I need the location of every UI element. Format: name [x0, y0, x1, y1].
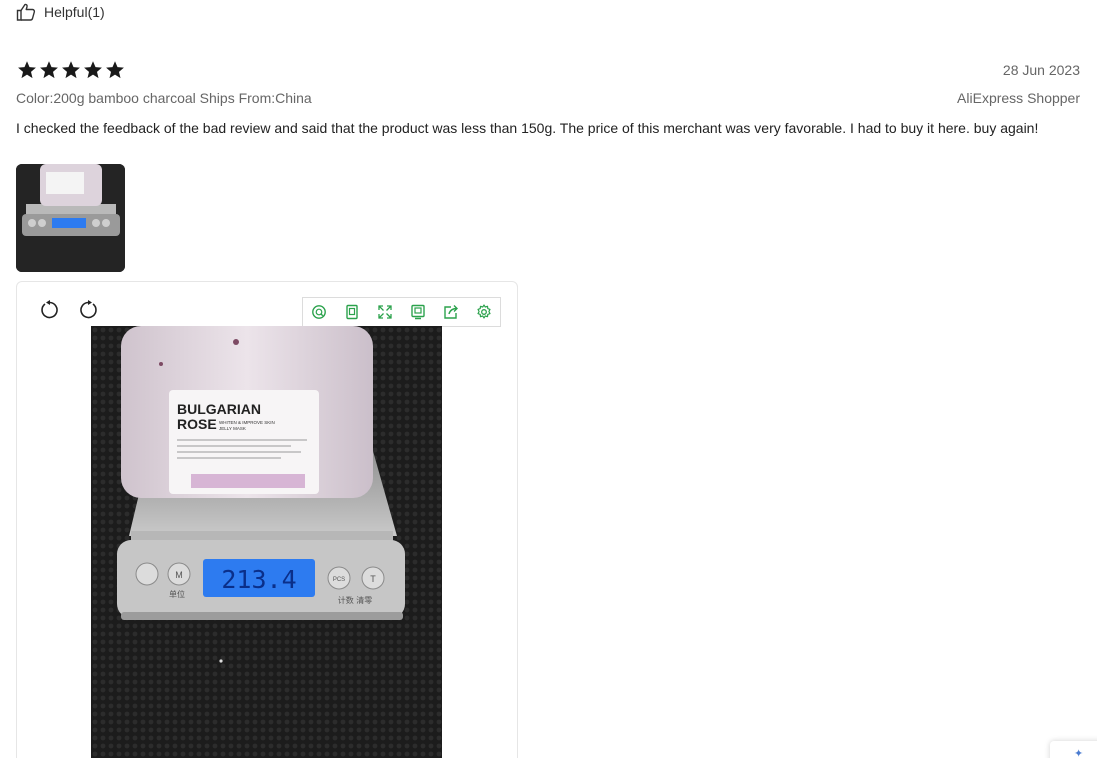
fit-icon[interactable]	[336, 298, 369, 326]
scale-button-t: T	[370, 574, 376, 584]
thumbs-up-icon	[16, 3, 36, 21]
star-icon	[83, 60, 103, 80]
jar-label-line1: BULGARIAN	[177, 401, 261, 417]
star-rating	[17, 60, 125, 80]
image-viewer: BULGARIAN ROSE WHITEN & IMPROVE SKIN JEL…	[16, 281, 518, 758]
helpful-label: Helpful(1)	[44, 4, 105, 20]
review-date: 28 Jun 2023	[1002, 62, 1080, 78]
review-product-meta: Color:200g bamboo charcoal Ships From:Ch…	[16, 90, 312, 106]
scale-left-label: 单位	[169, 589, 185, 599]
review-photo-large: BULGARIAN ROSE WHITEN & IMPROVE SKIN JEL…	[91, 326, 442, 758]
viewer-toolbar	[302, 297, 501, 327]
scale-button-m: M	[175, 570, 183, 580]
floating-widget[interactable]: ✦	[1050, 741, 1097, 758]
star-icon	[61, 60, 81, 80]
star-icon	[17, 60, 37, 80]
rotate-right-icon[interactable]	[77, 299, 99, 321]
review-page: Helpful(1) 28 Jun 2023 Color:200g bamboo…	[0, 0, 1097, 758]
fullscreen-icon[interactable]	[369, 298, 402, 326]
widget-icon: ✦	[1074, 748, 1084, 758]
scale-right-label: 计数 清零	[338, 595, 373, 605]
rotate-left-icon[interactable]	[39, 299, 61, 321]
share-icon[interactable]	[434, 298, 467, 326]
scale-button-pcs: PCS	[333, 577, 345, 583]
jar-label-small2: JELLY MASK	[219, 426, 246, 431]
save-icon[interactable]	[401, 298, 434, 326]
jar-label-small: WHITEN & IMPROVE SKIN	[219, 420, 275, 425]
settings-icon[interactable]	[467, 298, 500, 326]
review-text: I checked the feedback of the bad review…	[16, 120, 1039, 136]
helpful-button[interactable]: Helpful(1)	[16, 3, 105, 21]
jar-label-line2: ROSE	[177, 416, 217, 432]
star-icon	[105, 60, 125, 80]
zoom-icon[interactable]	[303, 298, 336, 326]
star-icon	[39, 60, 59, 80]
review-photo-thumbnail[interactable]	[16, 164, 125, 272]
scale-reading: 213.4	[221, 565, 296, 594]
review-author: AliExpress Shopper	[957, 90, 1080, 106]
